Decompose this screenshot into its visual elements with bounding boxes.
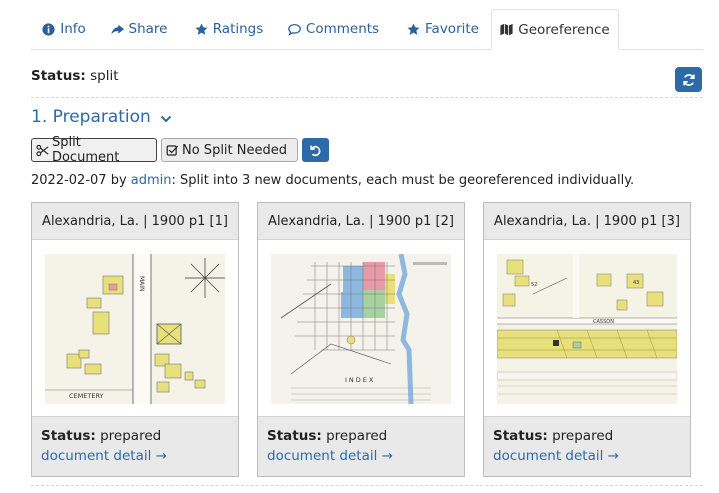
map-label: 52 <box>531 282 537 288</box>
log-message: : Split into 3 new documents, each must … <box>171 173 635 188</box>
document-card-title: Alexandria, La. | 1900 p1 [1] <box>32 203 238 240</box>
tab-comments[interactable]: Comments <box>281 9 386 49</box>
document-detail-link[interactable]: document detail → <box>493 448 681 464</box>
document-card-footer: Status: prepared document detail → <box>258 416 464 476</box>
card-status-label: Status: <box>493 428 548 444</box>
document-detail-link[interactable]: document detail → <box>41 448 229 464</box>
map-icon <box>500 23 513 36</box>
section-divider <box>31 485 703 486</box>
tab-favorite-label: Favorite <box>425 21 479 37</box>
card-status-value: prepared <box>100 428 162 444</box>
log-date: 2022-02-07 <box>31 173 107 188</box>
document-thumbnail[interactable]: INDEX <box>271 254 451 404</box>
status-value: split <box>90 68 119 84</box>
document-card: Alexandria, La. | 1900 p1 [2] INDEX Stat… <box>257 202 465 477</box>
preparation-heading-text: 1. Preparation <box>31 107 151 127</box>
map-label: CEMETERY <box>69 392 104 400</box>
card-status-value: prepared <box>552 428 614 444</box>
scissors-icon <box>36 144 49 156</box>
map-label: MAIN <box>138 276 145 292</box>
tab-ratings-label: Ratings <box>212 21 264 37</box>
map-label: 43 <box>633 280 639 286</box>
sanborn-map-thumbnail: INDEX <box>271 254 451 404</box>
share-icon <box>110 24 124 34</box>
card-status-label: Status: <box>41 428 96 444</box>
comment-icon <box>288 23 301 36</box>
tab-share[interactable]: Share <box>103 9 175 49</box>
sanborn-map-thumbnail: MAIN CEMETERY <box>45 254 225 404</box>
tab-comments-label: Comments <box>305 21 380 37</box>
map-label: CASSON <box>593 319 614 325</box>
compass-rose-icon <box>185 258 225 298</box>
refresh-icon <box>682 73 695 86</box>
tab-info-label: Info <box>60 21 86 37</box>
chevron-down-icon <box>160 115 172 122</box>
refresh-button[interactable] <box>675 67 702 92</box>
info-circle-icon <box>42 22 55 36</box>
status-line: Status: split <box>31 68 119 84</box>
star-icon <box>407 22 420 35</box>
document-thumbnail[interactable]: CASSON 52 43 <box>497 254 677 404</box>
card-status-value: prepared <box>326 428 388 444</box>
map-label: INDEX <box>345 376 375 384</box>
tab-ratings[interactable]: Ratings <box>186 9 272 49</box>
status-label: Status: <box>31 68 86 84</box>
tab-share-label: Share <box>128 21 168 37</box>
split-document-label: Split Document <box>51 135 120 165</box>
document-card-footer: Status: prepared document detail → <box>32 416 238 476</box>
sanborn-map-thumbnail: CASSON 52 43 <box>497 254 677 404</box>
star-icon <box>195 22 208 35</box>
no-split-needed-label: No Split Needed <box>182 142 287 158</box>
document-card: Alexandria, La. | 1900 p1 [1] MAIN CEMET… <box>31 202 239 477</box>
document-card-title: Alexandria, La. | 1900 p1 [2] <box>258 203 464 240</box>
section-divider <box>31 97 703 98</box>
tab-georeference-label: Georeference <box>518 21 610 38</box>
tab-info[interactable]: Info <box>31 9 97 49</box>
preparation-heading[interactable]: 1. Preparation <box>31 107 172 127</box>
log-user-link[interactable]: admin <box>131 173 172 188</box>
document-card-title: Alexandria, La. | 1900 p1 [3] <box>484 203 690 240</box>
check-square-icon <box>166 144 179 156</box>
split-log-entry: 2022-02-07 by admin: Split into 3 new do… <box>31 173 634 188</box>
log-by: by <box>110 173 127 188</box>
split-document-button[interactable]: Split Document <box>31 135 157 165</box>
card-status-label: Status: <box>267 428 322 444</box>
document-thumbnail[interactable]: MAIN CEMETERY <box>45 254 225 404</box>
tab-favorite[interactable]: Favorite <box>399 9 487 49</box>
undo-button[interactable] <box>302 138 329 162</box>
no-split-needed-button[interactable]: No Split Needed <box>161 138 298 162</box>
tab-bar: Info Share Ratings Comments Favorite Geo… <box>31 9 703 50</box>
tab-georeference[interactable]: Georeference <box>491 9 619 50</box>
undo-icon <box>310 145 321 156</box>
document-detail-link[interactable]: document detail → <box>267 448 455 464</box>
document-card-footer: Status: prepared document detail → <box>484 416 690 476</box>
document-card: Alexandria, La. | 1900 p1 [3] CASSON 52 … <box>483 202 691 477</box>
